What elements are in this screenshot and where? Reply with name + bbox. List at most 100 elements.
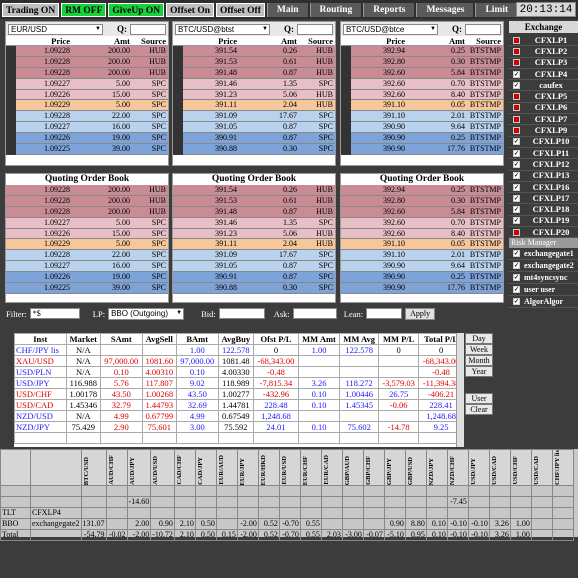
position-row[interactable]: XAU/USD N/A 97,000.00 1081.60 97,000.00 1081.…: [14, 355, 464, 367]
exchange-checkbox[interactable]: ✓: [513, 149, 520, 157]
book-row[interactable]: 391.10 0.05 BTSTMP: [341, 100, 503, 112]
exchange-checkbox[interactable]: ✓: [513, 183, 520, 191]
toggle-button-2[interactable]: GiveUp ON: [108, 2, 165, 17]
exchange-checkbox[interactable]: ✓: [513, 206, 520, 214]
exchange-item[interactable]: ✓ CFXLP10: [509, 136, 578, 148]
filter-input[interactable]: *$: [29, 308, 80, 319]
toggle-button-0[interactable]: Trading ON: [2, 2, 60, 17]
book-row[interactable]: 392.94 0.25 BTSTMP: [341, 46, 503, 57]
exchange-checkbox[interactable]: [513, 59, 520, 67]
quantity-input[interactable]: [465, 23, 501, 35]
book-row[interactable]: 391.23 5.06 HUB: [173, 89, 335, 101]
quoting-row[interactable]: 1.09228 200.00 HUB: [6, 206, 168, 218]
position-row[interactable]: USD/PLN N/A 0.10 4.00310 0.10 4.00330 -0.48 -0.…: [14, 366, 464, 378]
risk-checkbox[interactable]: ✓: [513, 298, 520, 306]
quoting-row[interactable]: 1.09226 15.00 SPC: [6, 228, 168, 240]
book-row[interactable]: 1.09229 5.00 SPC: [6, 100, 168, 112]
position-row[interactable]: USD/CHF 1.00178 43.50 1.00268 43.50 1.00277 -4…: [14, 388, 464, 400]
quoting-row[interactable]: 392.80 0.30 BTSTMP: [341, 195, 503, 207]
exchange-item[interactable]: ✓ CFXLP11: [509, 148, 578, 160]
exchange-item[interactable]: CFXLP9: [509, 125, 578, 137]
book-row[interactable]: 392.80 0.30 BTSTMP: [341, 56, 503, 68]
quoting-row[interactable]: 1.09228 22.00 SPC: [6, 250, 168, 262]
book-row[interactable]: 392.60 8.40 BTSTMP: [341, 89, 503, 101]
exchange-item[interactable]: CFXLP1: [509, 35, 578, 47]
risk-item[interactable]: ✓ AlgorAlgor: [509, 296, 578, 309]
book-row[interactable]: 392.60 0.70 BTSTMP: [341, 78, 503, 90]
quoting-row[interactable]: 1.09225 39.00 SPC: [6, 283, 168, 294]
book-row[interactable]: 1.09228 200.00 HUB: [6, 67, 168, 79]
exchange-item[interactable]: ✓ CFXLP16: [509, 182, 578, 194]
period-button-clear[interactable]: Clear: [465, 404, 493, 415]
risk-item[interactable]: ✓ exchangegate1: [509, 248, 578, 261]
exchange-checkbox[interactable]: ✓: [513, 160, 520, 168]
lean-input[interactable]: [366, 308, 403, 319]
exchange-item[interactable]: ✓ CFXLP12: [509, 159, 578, 171]
exchange-item[interactable]: CFXLP6: [509, 102, 578, 115]
position-row[interactable]: NZD/JPY 75.429 2.90 75.601 3.00 75.592 24.01 0.…: [14, 421, 464, 433]
quoting-row[interactable]: 391.23 5.06 HUB: [173, 228, 335, 240]
exchange-item[interactable]: ✓ CFXLP18: [509, 204, 578, 216]
menu-routing[interactable]: Routing: [309, 2, 362, 17]
pair-select[interactable]: BTC/USD@btce: [343, 23, 438, 35]
period-button-month[interactable]: Month: [465, 355, 493, 366]
exchange-checkbox[interactable]: ✓: [513, 70, 520, 78]
quoting-row[interactable]: 1.09227 5.00 SPC: [6, 217, 168, 229]
book-row[interactable]: 390.90 17.76 BTSTMP: [341, 144, 503, 155]
quoting-row[interactable]: 392.60 8.40 BTSTMP: [341, 228, 503, 240]
risk-checkbox[interactable]: ✓: [513, 286, 520, 294]
bid-input[interactable]: [218, 308, 265, 319]
book-row[interactable]: 1.09225 39.00 SPC: [6, 144, 168, 155]
exchange-checkbox[interactable]: [513, 47, 520, 55]
quantity-input[interactable]: [130, 23, 166, 35]
quoting-row[interactable]: 1.09229 5.00 SPC: [6, 239, 168, 251]
book-row[interactable]: 1.09226 19.00 SPC: [6, 133, 168, 145]
exchange-item[interactable]: CFXLP5: [509, 91, 578, 103]
risk-item[interactable]: ✓ exchangegate2: [509, 260, 578, 273]
book-row[interactable]: 391.48 0.87 HUB: [173, 67, 335, 79]
quoting-row[interactable]: 391.48 0.87 HUB: [173, 206, 335, 218]
quoting-row[interactable]: 392.60 0.70 BTSTMP: [341, 217, 503, 229]
toggle-button-1[interactable]: RM OFF: [61, 2, 107, 17]
book-row[interactable]: 392.60 5.84 BTSTMP: [341, 67, 503, 79]
quoting-row[interactable]: 391.10 0.05 BTSTMP: [341, 239, 503, 251]
book-row[interactable]: 391.05 0.87 SPC: [173, 122, 335, 134]
exchange-checkbox[interactable]: [513, 104, 520, 112]
quoting-row[interactable]: 1.09228 200.00 HUB: [6, 195, 168, 207]
exchange-item[interactable]: ✓ CFXLP17: [509, 193, 578, 205]
period-button-day[interactable]: Day: [465, 333, 493, 344]
book-row[interactable]: 390.91 0.87 SPC: [173, 133, 335, 145]
position-row[interactable]: NZD/USD N/A 4.99 0.67799 4.99 0.67549 1,248.68…: [14, 410, 464, 422]
exchange-item[interactable]: CFXLP7: [509, 114, 578, 126]
book-row[interactable]: 391.53 0.61 HUB: [173, 56, 335, 68]
quoting-row[interactable]: 391.09 17.67 SPC: [173, 250, 335, 262]
book-row[interactable]: 390.90 0.25 BTSTMP: [341, 133, 503, 145]
quoting-row[interactable]: 390.90 0.25 BTSTMP: [341, 272, 503, 284]
quoting-row[interactable]: 391.46 1.35 SPC: [173, 217, 335, 229]
exchange-item[interactable]: ✓ CFXLP13: [509, 170, 578, 182]
quoting-row[interactable]: 391.10 2.01 BTSTMP: [341, 250, 503, 262]
book-row[interactable]: 1.09227 16.00 SPC: [6, 122, 168, 134]
exchange-item[interactable]: CFXLP3: [509, 57, 578, 69]
exchange-item[interactable]: CFXLP2: [509, 46, 578, 58]
menu-reports[interactable]: Reports: [363, 2, 415, 17]
pair-select[interactable]: EUR/USD: [8, 23, 103, 35]
quoting-row[interactable]: 392.60 5.84 BTSTMP: [341, 206, 503, 218]
exchange-checkbox[interactable]: [513, 228, 520, 236]
book-row[interactable]: 1.09228 200.00 HUB: [6, 56, 168, 68]
book-row[interactable]: 391.09 17.67 SPC: [173, 111, 335, 123]
ask-input[interactable]: [292, 308, 337, 319]
position-row[interactable]: USD/CAD 1.45346 32.79 1.44793 32.69 1.44781 22…: [14, 399, 464, 411]
book-row[interactable]: 390.88 0.30 SPC: [173, 144, 335, 155]
toggle-button-3[interactable]: Offset On: [166, 2, 214, 17]
exchange-item[interactable]: CFXLP20: [509, 227, 578, 239]
period-button-week[interactable]: Week: [465, 344, 493, 355]
book-row[interactable]: 390.90 9.64 BTSTMP: [341, 122, 503, 134]
quoting-row[interactable]: 391.53 0.61 HUB: [173, 195, 335, 207]
book-row[interactable]: 1.09226 15.00 SPC: [6, 89, 168, 101]
period-button-user[interactable]: User: [465, 393, 493, 404]
quantity-input[interactable]: [297, 23, 333, 35]
quoting-row[interactable]: 391.11 2.04 HUB: [173, 239, 335, 251]
risk-checkbox[interactable]: ✓: [513, 262, 520, 270]
quoting-row[interactable]: 391.05 0.87 SPC: [173, 261, 335, 273]
